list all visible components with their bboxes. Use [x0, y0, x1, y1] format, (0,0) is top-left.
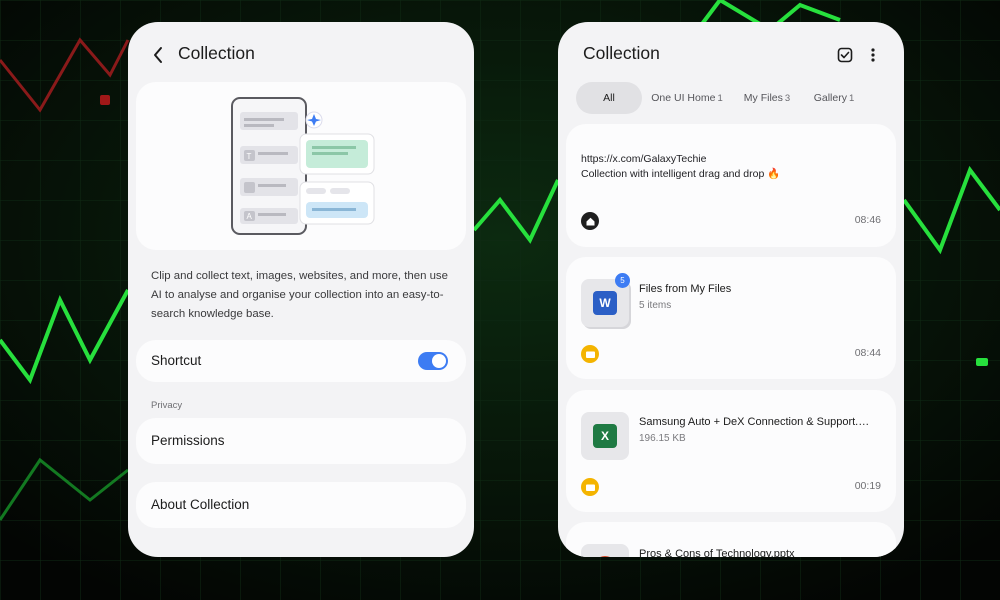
shortcut-label: Shortcut — [151, 353, 202, 368]
item-time: 08:44 — [854, 347, 881, 359]
filter-count: 1 — [717, 92, 723, 104]
page-title: Collection — [583, 43, 660, 63]
folder-icon — [581, 345, 599, 363]
link-note: Collection with intelligent drag and dro… — [581, 168, 781, 180]
home-icon — [581, 212, 599, 230]
about-collection-label: About Collection — [151, 497, 250, 512]
collection-list-screen: Collection All One UI Home 1 My Files 3 Ga… — [558, 22, 904, 557]
item-subtitle: 5 items — [639, 300, 672, 311]
item-title: Pros & Cons of Technology.pptx — [639, 548, 795, 557]
filter-chip-all[interactable]: All — [576, 82, 642, 114]
filter-chip-one-ui-home[interactable]: One UI Home 1 — [648, 82, 726, 114]
filter-count: 1 — [848, 92, 855, 104]
item-time: 08:46 — [854, 214, 881, 226]
item-title: Files from My Files — [639, 283, 732, 295]
select-button[interactable] — [834, 44, 856, 66]
permissions-label: Permissions — [151, 433, 225, 448]
word-doc-icon: W — [593, 291, 617, 315]
permissions-row[interactable]: Permissions — [136, 418, 466, 464]
privacy-section-label: Privacy — [151, 400, 183, 411]
feature-illustration-card: T A — [136, 82, 466, 250]
collection-settings-screen: Collection T A Clip and collect text, im… — [128, 22, 474, 557]
filter-chip-gallery[interactable]: Gallery 1 — [808, 82, 860, 114]
folder-icon — [581, 478, 599, 496]
filter-chip-my-files[interactable]: My Files 3 — [738, 82, 796, 114]
svg-text:T: T — [247, 152, 252, 161]
svg-text:A: A — [247, 212, 253, 221]
collection-item-file[interactable]: Pros & Cons of Technology.pptx — [566, 522, 896, 557]
select-check-icon — [837, 47, 853, 63]
item-subtitle: 196.15 KB — [639, 433, 686, 444]
link-url: https://x.com/GalaxyTechie — [581, 153, 707, 165]
about-collection-row[interactable]: About Collection — [136, 482, 466, 528]
item-time: 00:19 — [854, 480, 881, 492]
filter-label: One UI Home — [651, 92, 716, 104]
shortcut-row[interactable]: Shortcut — [136, 340, 466, 382]
excel-sheet-icon: X — [593, 424, 617, 448]
item-title: Samsung Auto + DeX Connection & Support.… — [639, 416, 870, 428]
header: Collection — [128, 22, 474, 88]
file-thumbnail — [581, 544, 629, 557]
file-thumbnail: X — [581, 412, 629, 460]
page-title: Collection — [178, 43, 255, 63]
collection-item-file-group[interactable]: W 5 Files from My Files 5 items 08:44 — [566, 257, 896, 379]
more-options-button[interactable] — [862, 44, 884, 66]
filter-label: All — [603, 92, 615, 104]
powerpoint-icon — [593, 556, 617, 557]
more-vertical-icon — [871, 48, 875, 62]
back-button[interactable] — [146, 42, 170, 68]
feature-description: Clip and collect text, images, websites,… — [151, 270, 448, 320]
item-count-badge: 5 — [615, 273, 630, 288]
shortcut-toggle[interactable] — [418, 352, 448, 370]
filter-count: 3 — [784, 92, 791, 104]
toggle-knob — [432, 354, 446, 368]
collection-item-link[interactable]: https://x.com/GalaxyTechie Collection wi… — [566, 124, 896, 247]
collection-illustration: T A — [231, 97, 375, 235]
chevron-left-icon — [154, 47, 162, 63]
filter-label: My Files — [743, 92, 783, 104]
collection-item-file[interactable]: X Samsung Auto + DeX Connection & Suppor… — [566, 390, 896, 512]
filter-label: Gallery — [813, 92, 847, 104]
